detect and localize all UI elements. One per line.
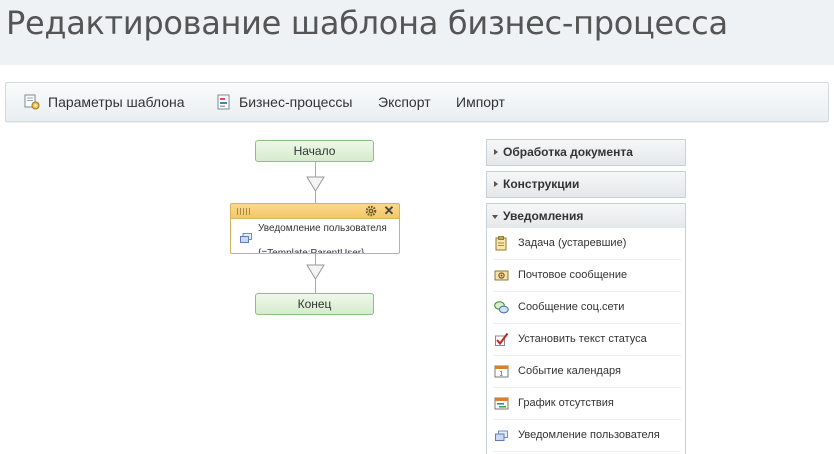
export-label: Экспорт	[378, 94, 431, 110]
activity-title: Уведомление пользователя	[258, 223, 387, 234]
user-notification-icon	[495, 430, 508, 441]
item-label: Сообщение соц.сети	[518, 301, 625, 313]
notifications-list: Задача (устаревшие) Почтовое сообщение С…	[486, 228, 686, 454]
end-node[interactable]: Конец	[255, 293, 374, 315]
activity-parameter: {=Template:ParentUser}	[258, 248, 365, 254]
gear-icon[interactable]	[365, 205, 377, 217]
template-settings-button[interactable]: Параметры шаблона	[24, 83, 194, 121]
business-processes-button[interactable]: Бизнес-процессы	[216, 83, 366, 121]
connector-arrow-icon	[306, 176, 325, 192]
close-icon[interactable]: ✕	[383, 204, 395, 218]
page-header: Редактирование шаблона бизнес-процесса	[0, 0, 834, 65]
item-label: График отсутствия	[518, 397, 614, 409]
calendar-icon: 1	[494, 365, 509, 378]
list-item-set-status-text[interactable]: Установить текст статуса	[493, 324, 681, 356]
item-label: Почтовое сообщение	[518, 269, 628, 281]
svg-text:1: 1	[499, 371, 503, 378]
toolbar: Параметры шаблона Бизнес-процессы Экспор…	[5, 82, 829, 122]
business-process-icon	[217, 94, 230, 110]
activity-block-user-notification[interactable]: ✕ Уведомление пользователя {=Template:Pa…	[230, 203, 400, 254]
mail-icon	[494, 270, 509, 281]
connector-line	[315, 162, 316, 177]
group-label: Конструкции	[503, 177, 580, 191]
checkmark-icon	[495, 332, 509, 346]
export-button[interactable]: Экспорт	[378, 83, 438, 121]
item-label: Событие календаря	[518, 365, 621, 377]
template-settings-icon	[24, 94, 40, 110]
chat-bubbles-icon	[494, 301, 509, 314]
absence-chart-icon	[494, 397, 509, 410]
item-label: Уведомление пользователя	[518, 429, 660, 441]
import-button[interactable]: Импорт	[456, 83, 516, 121]
chevron-right-icon	[494, 149, 498, 155]
connector-line	[315, 191, 316, 203]
task-icon	[495, 236, 507, 251]
group-document-processing[interactable]: Обработка документа	[486, 139, 686, 166]
page-title: Редактирование шаблона бизнес-процесса	[6, 4, 728, 42]
template-settings-label: Параметры шаблона	[48, 94, 185, 110]
chevron-right-icon	[494, 181, 498, 187]
group-label: Обработка документа	[503, 145, 633, 159]
connector-line	[315, 279, 316, 293]
chevron-down-icon	[492, 215, 498, 219]
group-notifications[interactable]: Уведомления	[486, 203, 686, 230]
list-item-absence-chart[interactable]: График отсутствия	[493, 388, 681, 420]
list-item-mail[interactable]: Почтовое сообщение	[493, 260, 681, 292]
drag-handle-icon[interactable]	[237, 208, 251, 215]
list-item-social-message[interactable]: Сообщение соц.сети	[493, 292, 681, 324]
group-constructions[interactable]: Конструкции	[486, 171, 686, 198]
item-label: Задача (устаревшие)	[518, 237, 627, 249]
group-label: Уведомления	[503, 209, 584, 223]
business-processes-label: Бизнес-процессы	[239, 94, 353, 110]
connector-arrow-icon	[306, 264, 325, 280]
user-notification-icon	[240, 233, 252, 243]
activity-header[interactable]: ✕	[231, 204, 399, 219]
list-item-task[interactable]: Задача (устаревшие)	[493, 228, 681, 260]
list-item-calendar-event[interactable]: 1 Событие календаря	[493, 356, 681, 388]
list-item-user-notification[interactable]: Уведомление пользователя	[493, 420, 681, 452]
item-label: Установить текст статуса	[518, 333, 647, 345]
import-label: Импорт	[456, 94, 505, 110]
start-node[interactable]: Начало	[255, 140, 374, 162]
